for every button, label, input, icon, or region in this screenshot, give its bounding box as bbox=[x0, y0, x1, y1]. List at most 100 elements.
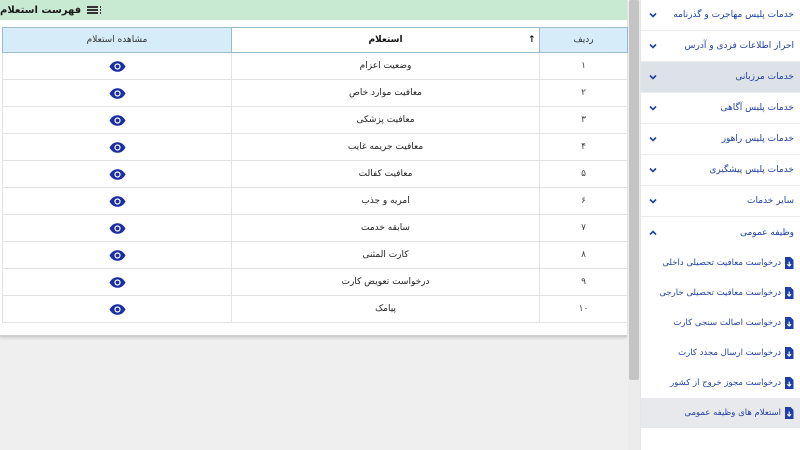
submenu-item-domestic-education-exemption[interactable]: درخواست معافیت تحصیلی داخلی bbox=[641, 248, 800, 278]
table-row: معافیت جریمه غایب ۴ bbox=[2, 133, 628, 161]
sidebar-item-label: احراز اطلاعات فردی و آدرس bbox=[684, 41, 794, 51]
submenu-item-label: درخواست معافیت تحصیلی خارجی bbox=[659, 288, 781, 298]
eye-icon[interactable] bbox=[109, 60, 126, 72]
sidebar-item-border-services[interactable]: خدمات مرزبانی bbox=[641, 62, 800, 93]
table-row: سابقه خدمت ۷ bbox=[2, 214, 628, 242]
chevron-down-icon bbox=[649, 105, 657, 111]
page-scrollbar[interactable] bbox=[628, 0, 640, 450]
view-cell bbox=[2, 133, 232, 161]
sidebar-item-label: خدمات پلیس آگاهی bbox=[720, 103, 795, 113]
table-row: معافیت موارد خاص ۲ bbox=[2, 79, 628, 107]
row-index-cell: ۱۰ bbox=[539, 295, 628, 323]
sidebar-item-label: خدمات پلیس راهور bbox=[721, 134, 794, 144]
sidebar-item-identity-address[interactable]: احراز اطلاعات فردی و آدرس bbox=[641, 31, 800, 62]
inquiry-name-cell: معافیت موارد خاص bbox=[231, 79, 540, 107]
column-header-index[interactable]: ردیف bbox=[539, 27, 628, 53]
view-cell bbox=[2, 241, 232, 269]
sidebar-item-label: وظیفه عمومی bbox=[739, 227, 794, 238]
row-index-cell: ۲ bbox=[539, 79, 628, 107]
sidebar-item-label: سایر خدمات bbox=[747, 196, 794, 206]
table-row: وضعیت اعزام ۱ bbox=[2, 52, 628, 80]
submenu-item-label: درخواست ارسال مجدد کارت bbox=[678, 348, 781, 358]
row-index-cell: ۵ bbox=[539, 160, 628, 188]
view-cell bbox=[2, 52, 232, 80]
submenu-item-card-resend[interactable]: درخواست ارسال مجدد کارت bbox=[641, 338, 800, 368]
submenu-item-military-inquiries[interactable]: استعلام های وظیفه عمومی bbox=[641, 398, 800, 428]
row-index-cell: ۸ bbox=[539, 241, 628, 269]
table-row: کارت المثنی ۸ bbox=[2, 241, 628, 269]
view-cell bbox=[2, 214, 232, 242]
view-cell bbox=[2, 79, 232, 107]
row-index-cell: ۷ bbox=[539, 214, 628, 242]
view-cell bbox=[2, 106, 232, 134]
row-index-cell: ۹ bbox=[539, 268, 628, 296]
inquiry-name-cell: درخواست تعویض کارت bbox=[231, 268, 540, 296]
document-download-icon bbox=[785, 287, 794, 299]
chevron-down-icon bbox=[649, 136, 657, 142]
row-index-cell: ۳ bbox=[539, 106, 628, 134]
document-download-icon bbox=[785, 377, 794, 389]
chevron-down-icon bbox=[649, 74, 657, 80]
column-header-view[interactable]: مشاهده استعلام bbox=[2, 27, 232, 53]
submenu-item-label: درخواست اصالت سنجی کارت bbox=[673, 318, 781, 328]
sidebar-item-immigration-passport[interactable]: خدمات پلیس مهاجرت و گذرنامه bbox=[641, 0, 800, 31]
table-row: امریه و جذب ۶ bbox=[2, 187, 628, 215]
document-download-icon bbox=[785, 257, 794, 269]
inquiry-name-cell: معافیت کفالت bbox=[231, 160, 540, 188]
row-index-cell: ۱ bbox=[539, 52, 628, 80]
sidebar-item-detective-police[interactable]: خدمات پلیس آگاهی bbox=[641, 93, 800, 124]
panel-header: فهرست استعلام bbox=[0, 0, 627, 20]
chevron-down-icon bbox=[649, 43, 657, 49]
submenu-item-exit-permit[interactable]: درخواست مجوز خروج از کشور bbox=[641, 368, 800, 398]
view-cell bbox=[2, 268, 232, 296]
sidebar-item-label: خدمات پلیس مهاجرت و گذرنامه bbox=[673, 10, 794, 20]
chevron-down-icon bbox=[649, 12, 657, 18]
sidebar-item-label: خدمات پلیس پیشگیری bbox=[709, 165, 794, 175]
view-cell bbox=[2, 187, 232, 215]
submenu-item-foreign-education-exemption[interactable]: درخواست معافیت تحصیلی خارجی bbox=[641, 278, 800, 308]
row-index-cell: ۶ bbox=[539, 187, 628, 215]
inquiry-name-cell: کارت المثنی bbox=[231, 241, 540, 269]
chevron-down-icon bbox=[649, 198, 657, 204]
list-icon bbox=[87, 6, 102, 14]
sidebar-item-label: خدمات مرزبانی bbox=[735, 72, 794, 82]
sidebar-item-other-services[interactable]: سایر خدمات bbox=[641, 186, 800, 217]
column-header-query-label: استعلام bbox=[368, 35, 403, 45]
sidebar-menu: خدمات پلیس مهاجرت و گذرنامه احراز اطلاعا… bbox=[640, 0, 800, 450]
table-row: معافیت کفالت ۵ bbox=[2, 160, 628, 188]
chevron-down-icon bbox=[649, 167, 657, 173]
chevron-up-icon bbox=[649, 229, 657, 235]
submenu-item-card-verification[interactable]: درخواست اصالت سنجی کارت bbox=[641, 308, 800, 338]
eye-icon[interactable] bbox=[109, 195, 126, 207]
sidebar-item-military-service[interactable]: وظیفه عمومی bbox=[641, 217, 800, 248]
scrollbar-thumb[interactable] bbox=[629, 0, 639, 380]
table-header-row: مشاهده استعلام استعلام ↑ ردیف bbox=[2, 27, 628, 53]
view-cell bbox=[2, 295, 232, 323]
inquiry-name-cell: معافیت جریمه غایب bbox=[231, 133, 540, 161]
eye-icon[interactable] bbox=[109, 141, 126, 153]
document-download-icon bbox=[785, 347, 794, 359]
inquiry-name-cell: سابقه خدمت bbox=[231, 214, 540, 242]
inquiry-name-cell: وضعیت اعزام bbox=[231, 52, 540, 80]
view-cell bbox=[2, 160, 232, 188]
sort-ascending-icon[interactable]: ↑ bbox=[528, 35, 536, 45]
row-index-cell: ۴ bbox=[539, 133, 628, 161]
eye-icon[interactable] bbox=[109, 276, 126, 288]
eye-icon[interactable] bbox=[109, 249, 126, 261]
eye-icon[interactable] bbox=[109, 222, 126, 234]
eye-icon[interactable] bbox=[109, 114, 126, 126]
inquiry-table: مشاهده استعلام استعلام ↑ ردیف وضعیت اعزا… bbox=[2, 27, 628, 323]
eye-icon[interactable] bbox=[109, 168, 126, 180]
sidebar-item-prevention-police[interactable]: خدمات پلیس پیشگیری bbox=[641, 155, 800, 186]
submenu-item-label: درخواست معافیت تحصیلی داخلی bbox=[662, 258, 781, 268]
submenu-item-label: استعلام های وظیفه عمومی bbox=[684, 408, 781, 418]
sidebar-item-traffic-police[interactable]: خدمات پلیس راهور bbox=[641, 124, 800, 155]
table-row: معافیت پزشکی ۳ bbox=[2, 106, 628, 134]
table-row: پیامک ۱۰ bbox=[2, 295, 628, 323]
eye-icon[interactable] bbox=[109, 303, 126, 315]
column-header-query[interactable]: استعلام ↑ bbox=[231, 27, 540, 53]
table-row: درخواست تعویض کارت ۹ bbox=[2, 268, 628, 296]
document-download-icon bbox=[785, 317, 794, 329]
eye-icon[interactable] bbox=[109, 87, 126, 99]
inquiry-list-panel: فهرست استعلام مشاهده استعلام استعلام ↑ ر… bbox=[0, 0, 628, 337]
